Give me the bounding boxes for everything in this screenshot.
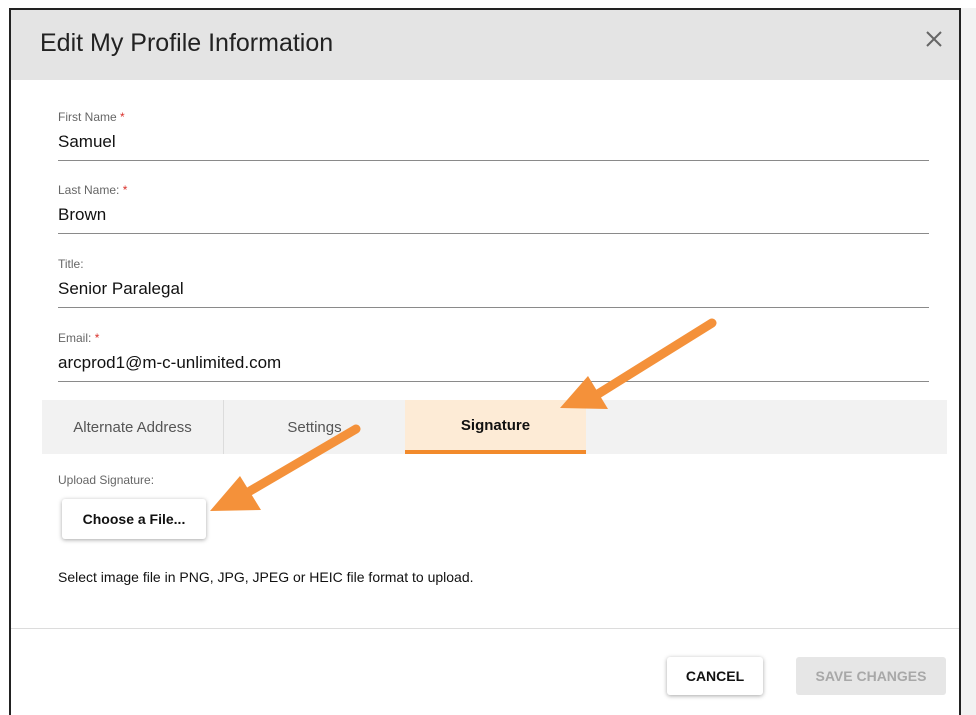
dialog-title: Edit My Profile Information xyxy=(40,29,334,57)
upload-signature-label: Upload Signature: xyxy=(58,473,155,487)
first-name-label: First Name * xyxy=(58,110,125,124)
tab-signature[interactable]: Signature xyxy=(405,400,586,454)
profile-tabs: Alternate Address Settings Signature xyxy=(42,400,947,454)
email-field: Email: * xyxy=(58,331,929,382)
choose-file-button[interactable]: Choose a File... xyxy=(62,499,206,539)
title-field: Title: xyxy=(58,257,929,308)
dialog-header: Edit My Profile Information xyxy=(11,10,959,80)
email-label: Email: * xyxy=(58,331,100,345)
background-strip xyxy=(961,8,976,715)
first-name-field: First Name * xyxy=(58,110,929,161)
last-name-input[interactable] xyxy=(58,205,918,225)
last-name-label: Last Name: * xyxy=(58,183,128,197)
tab-alternate-address[interactable]: Alternate Address xyxy=(42,400,224,454)
footer-divider xyxy=(11,628,959,629)
first-name-input[interactable] xyxy=(58,132,918,152)
last-name-field: Last Name: * xyxy=(58,183,929,234)
save-changes-button: SAVE CHANGES xyxy=(796,657,946,695)
file-format-hint: Select image file in PNG, JPG, JPEG or H… xyxy=(58,569,474,585)
close-icon[interactable] xyxy=(923,28,945,50)
edit-profile-dialog: Edit My Profile Information First Name *… xyxy=(9,8,961,715)
required-mark: * xyxy=(120,110,125,124)
cancel-button[interactable]: CANCEL xyxy=(667,657,763,695)
title-label: Title: xyxy=(58,257,84,271)
required-mark: * xyxy=(94,331,100,345)
email-input[interactable] xyxy=(58,353,918,373)
title-input[interactable] xyxy=(58,279,918,299)
required-mark: * xyxy=(122,183,128,197)
tab-settings[interactable]: Settings xyxy=(224,400,405,454)
